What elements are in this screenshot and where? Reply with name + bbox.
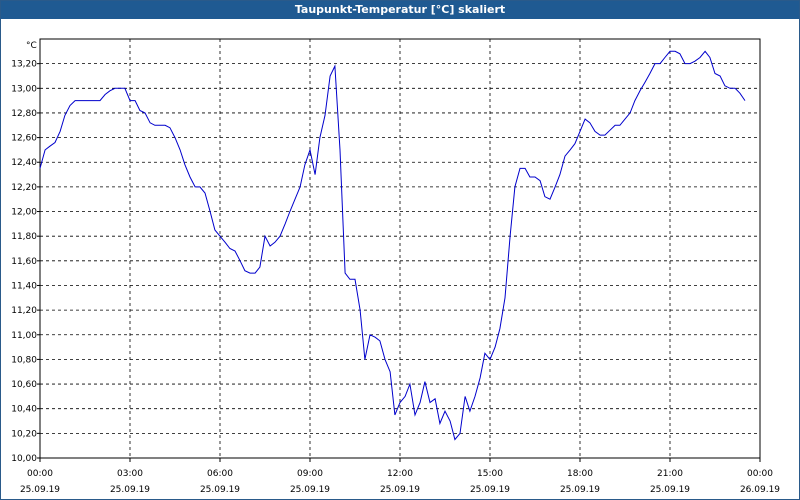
y-tick-label: 12,00	[11, 208, 37, 218]
y-tick-label: 11,20	[11, 306, 37, 316]
y-tick-label: 10,40	[11, 405, 37, 415]
x-tick-time: 06:00	[207, 469, 233, 479]
x-tick-time: 21:00	[657, 469, 683, 479]
x-tick-date: 25.09.19	[650, 485, 690, 495]
y-unit-label: °C	[26, 41, 37, 51]
y-tick-label: 13,20	[11, 60, 37, 70]
y-tick-label: 12,60	[11, 134, 37, 144]
grid	[40, 39, 760, 459]
y-tick-label: 10,00	[11, 454, 37, 464]
x-axis: 00:00 25.09.19 03:00 25.09.19 06:00 25.09.19 0…	[20, 458, 780, 495]
x-tick-date: 25.09.19	[200, 485, 240, 495]
y-tick-label: 11,00	[11, 331, 37, 341]
x-tick-time: 00:00	[747, 469, 773, 479]
series-line	[39, 50, 746, 441]
x-tick-date: 26.09.19	[740, 485, 780, 495]
x-tick-date: 25.09.19	[290, 485, 330, 495]
x-tick-date: 25.09.19	[470, 485, 510, 495]
y-tick-label: 12,20	[11, 183, 37, 193]
y-tick-label: 12,40	[11, 158, 37, 168]
x-tick-time: 15:00	[477, 469, 503, 479]
x-tick-date: 25.09.19	[560, 485, 600, 495]
x-tick-time: 12:00	[387, 469, 413, 479]
line-chart: 10,00 10,20 10,40 10,60 10,80 11,00 11,20 11,40…	[11, 38, 780, 495]
y-axis: 10,00 10,20 10,40 10,60 10,80 11,00 11,20 11,40…	[11, 60, 40, 464]
x-tick-time: 18:00	[567, 469, 593, 479]
x-tick-date: 25.09.19	[20, 485, 60, 495]
y-tick-label: 11,60	[11, 257, 37, 267]
x-tick-time: 03:00	[117, 469, 143, 479]
y-tick-label: 10,60	[11, 380, 37, 390]
x-tick-date: 25.09.19	[380, 485, 420, 495]
x-tick-time: 00:00	[27, 469, 53, 479]
y-tick-label: 10,80	[11, 355, 37, 365]
y-tick-label: 13,00	[11, 84, 37, 94]
x-tick-date: 25.09.19	[110, 485, 150, 495]
y-tick-label: 11,80	[11, 232, 37, 242]
y-tick-label: 12,80	[11, 109, 37, 119]
x-tick-time: 09:00	[297, 469, 323, 479]
y-tick-label: 10,20	[11, 429, 37, 439]
y-tick-label: 11,40	[11, 281, 37, 291]
